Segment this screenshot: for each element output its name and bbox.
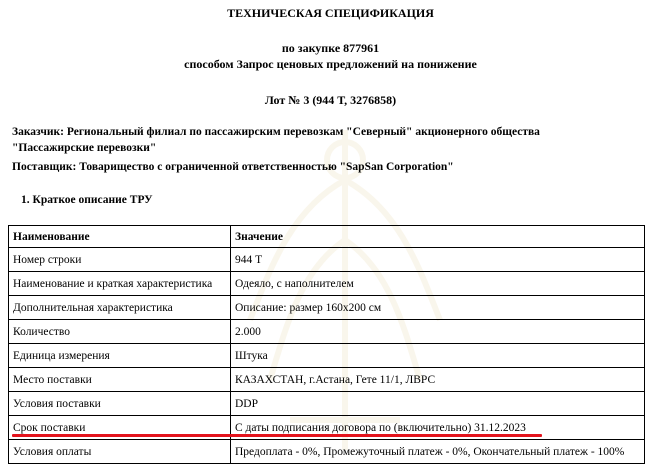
row-label: Дополнительная характеристика	[8, 295, 231, 320]
row-label: Наименование и краткая характеристика	[8, 271, 231, 296]
table-row: Количество 2.000	[8, 319, 645, 344]
row-value: DDP	[230, 391, 645, 416]
table-row: Условия оплаты Предоплата - 0%, Промежут…	[8, 439, 645, 464]
row-value: 2.000	[230, 319, 645, 344]
row-value: Одеяло, с наполнителем	[230, 271, 645, 296]
row-label: Количество	[8, 319, 231, 344]
row-value: 944 Т	[230, 247, 645, 272]
table-row: Номер строки 944 Т	[8, 247, 645, 272]
table-row: Место поставки КАЗАХСТАН, г.Астана, Гете…	[8, 367, 645, 392]
table-row: Наименование и краткая характеристика Од…	[8, 271, 645, 296]
row-label: Условия оплаты	[8, 439, 231, 464]
row-label: Место поставки	[8, 367, 231, 392]
highlight-underline	[12, 434, 542, 437]
lot-title: Лот № 3 (944 Т, 3276858)	[264, 93, 397, 107]
supplier-line: Поставщик: Товарищество с ограниченной о…	[12, 161, 454, 173]
document-title: ТЕХНИЧЕСКАЯ СПЕЦИФИКАЦИЯ	[227, 6, 434, 20]
purchase-number: по закупке 877961	[281, 41, 380, 55]
specification-table: Наименование Значение Номер строки 944 Т…	[8, 225, 645, 464]
table-row: Дополнительная характеристика Описание: …	[8, 295, 645, 320]
row-label: Единица измерения	[8, 343, 231, 368]
row-value: Описание: размер 160х200 см	[230, 295, 645, 320]
column-header-name: Наименование	[8, 225, 231, 248]
column-header-value: Значение	[230, 225, 645, 248]
table-row: Условия поставки DDP	[8, 391, 645, 416]
purchase-method: способом Запрос ценовых предложений на п…	[184, 57, 477, 71]
row-label: Номер строки	[8, 247, 231, 272]
table-row: Единица измерения Штука	[8, 343, 645, 368]
customer-line-2: "Пассажирские перевозки"	[12, 142, 157, 154]
row-value: КАЗАХСТАН, г.Астана, Гете 11/1, ЛВРС	[230, 367, 645, 392]
row-value: Предоплата - 0%, Промежуточный платеж - …	[230, 439, 645, 464]
table-header-row: Наименование Значение	[8, 225, 645, 248]
customer-line-1: Заказчик: Региональный филиал по пассажи…	[12, 126, 540, 138]
row-label: Условия поставки	[8, 391, 231, 416]
row-value: Штука	[230, 343, 645, 368]
section-title: 1. Краткое описание ТРУ	[21, 194, 153, 206]
